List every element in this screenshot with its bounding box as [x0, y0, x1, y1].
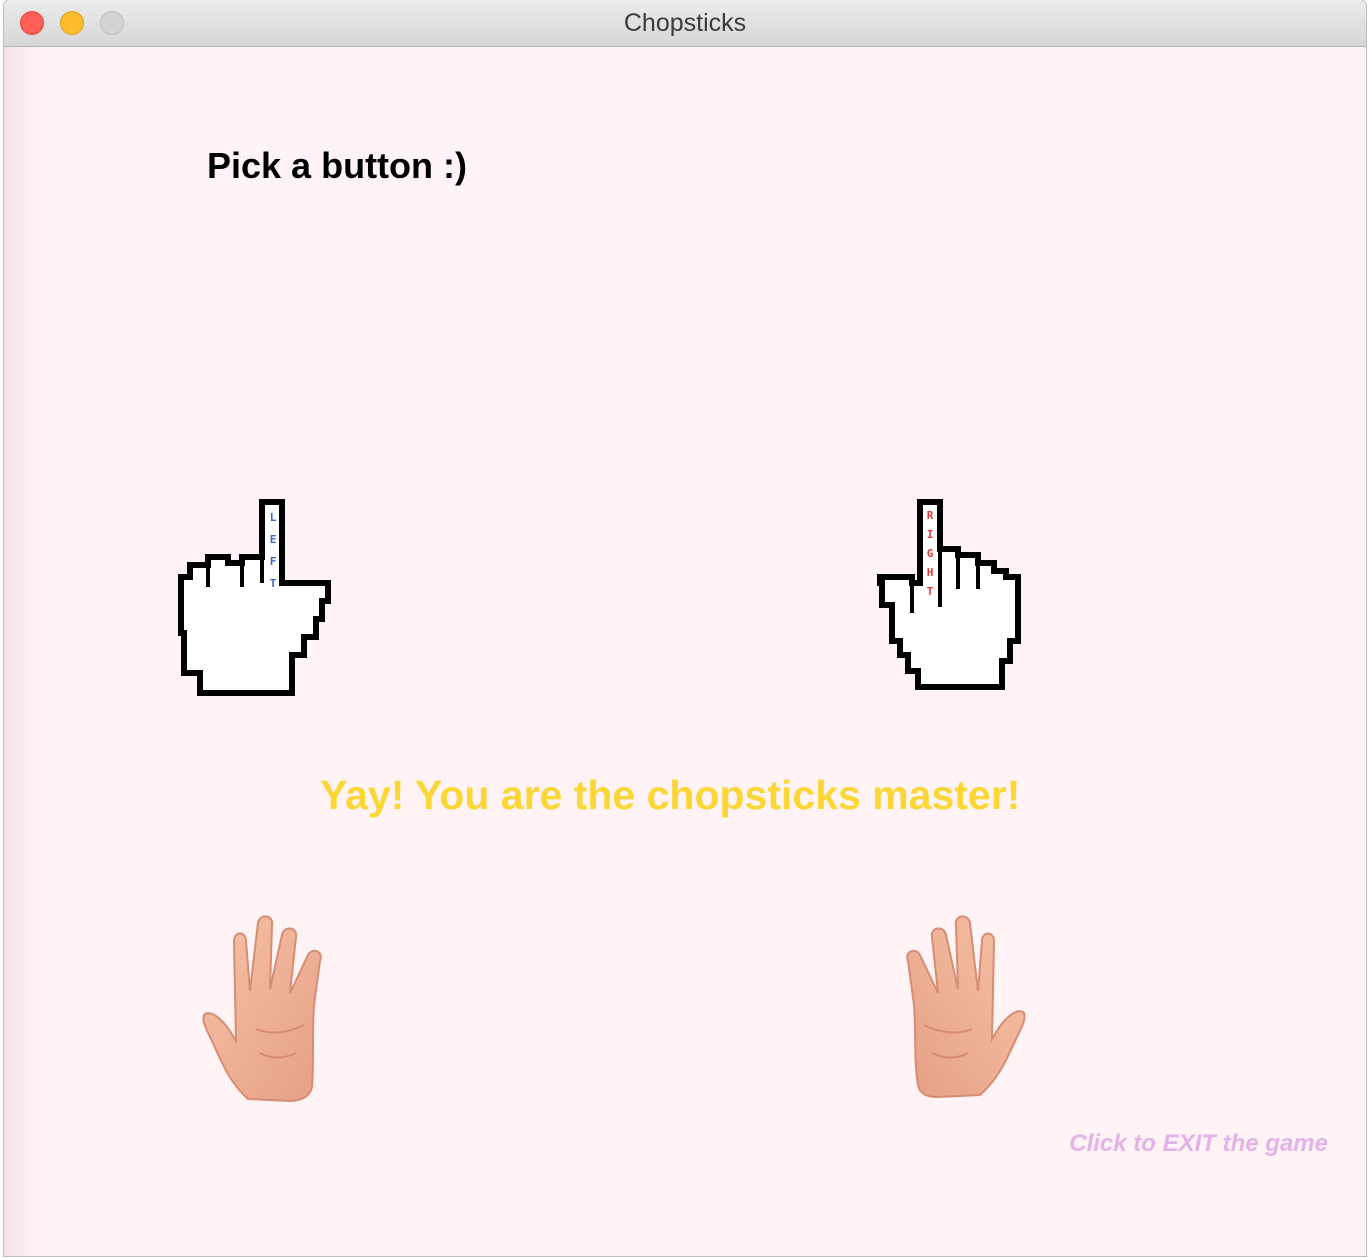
- finger-letter: E: [270, 533, 277, 546]
- finger-letter: R: [927, 509, 934, 522]
- open-hand-icon: [906, 915, 1026, 1099]
- finger-letter: G: [927, 547, 934, 560]
- left-button[interactable]: LEFT: [176, 497, 336, 699]
- win-message: Yay! You are the chopsticks master!: [320, 772, 1021, 818]
- exit-game-link[interactable]: Click to EXIT the game: [1069, 1130, 1328, 1158]
- finger-letter: L: [270, 511, 277, 524]
- right-button[interactable]: RIGHT: [872, 497, 1022, 693]
- finger-letter: I: [927, 528, 934, 541]
- game-area: Pick a button :) LEFT RIGHT Yay! You are…: [4, 47, 1366, 1256]
- finger-letter: T: [927, 585, 934, 598]
- open-hand-icon: [202, 915, 322, 1103]
- finger-letter: T: [270, 577, 277, 590]
- right-hand-image: [898, 913, 1028, 1099]
- window-title: Chopsticks: [623, 9, 747, 37]
- left-hand-image: [200, 913, 330, 1103]
- pointing-hand-cursor-icon: LEFT: [178, 499, 331, 696]
- app-window: Chopsticks Pick a button :) LEFT RIGHT Y…: [4, 0, 1366, 1256]
- pointing-hand-cursor-icon: RIGHT: [877, 499, 1021, 690]
- finger-letter: F: [270, 555, 277, 568]
- title-bar: Chopsticks: [4, 0, 1366, 47]
- finger-letter: H: [927, 566, 934, 579]
- instruction-heading: Pick a button :): [207, 145, 467, 186]
